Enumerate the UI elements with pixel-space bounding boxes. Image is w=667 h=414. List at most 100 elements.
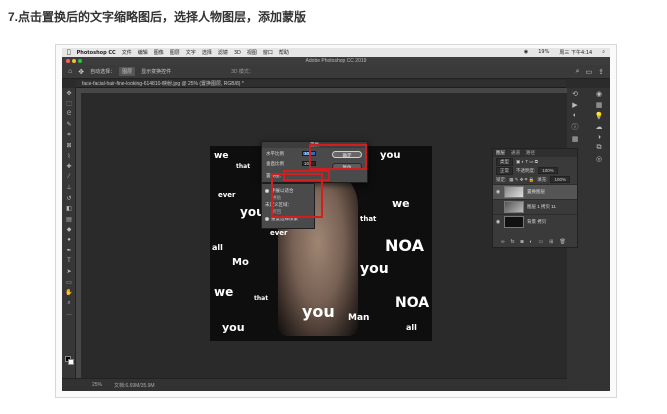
menu-3d[interactable]: 3D <box>234 50 241 56</box>
adjustments-icon[interactable]: ◑ <box>597 134 601 141</box>
zoom-icon[interactable]: ⌕ <box>62 298 76 309</box>
menu-type[interactable]: 文字 <box>186 49 196 56</box>
v-scale-label: 垂直比例 <box>266 161 284 166</box>
menu-select[interactable]: 选择 <box>202 49 212 56</box>
h-scale-label: 水平比例 <box>266 151 284 156</box>
learn-icon[interactable]: 💡 <box>595 112 604 120</box>
eyedropper-icon[interactable]: ⌇ <box>62 151 76 162</box>
menu-help[interactable]: 帮助 <box>279 49 289 56</box>
stretch-radio[interactable] <box>265 188 269 193</box>
menu-window[interactable]: 窗口 <box>263 49 273 56</box>
fx-icon[interactable]: fx <box>511 239 515 245</box>
tab-channels[interactable]: 通道 <box>511 150 520 156</box>
menu-edit[interactable]: 编辑 <box>138 49 148 56</box>
adjust-icon[interactable]: ◐ <box>573 112 577 119</box>
layer-thumbnail[interactable] <box>504 201 524 213</box>
add-mask-icon[interactable]: ◙ <box>520 239 523 245</box>
window-controls <box>66 59 82 63</box>
link-icon[interactable]: ∞ <box>501 239 505 245</box>
blur-icon[interactable]: ◆ <box>62 225 76 236</box>
menu-filter[interactable]: 滤镜 <box>218 49 228 56</box>
tab-layers[interactable]: 图层 <box>496 150 505 156</box>
marquee-icon[interactable]: ⬚ <box>62 99 76 110</box>
menu-image[interactable]: 图像 <box>154 49 164 56</box>
stamp-icon[interactable]: ⊥ <box>62 183 76 194</box>
fill-field[interactable]: 100% <box>550 176 570 183</box>
dodge-icon[interactable]: ● <box>62 235 76 246</box>
pen-icon[interactable]: ✒ <box>62 246 76 257</box>
lasso-icon[interactable]: ᘓ <box>62 109 76 120</box>
menu-file[interactable]: 文件 <box>122 49 132 56</box>
grid-icon[interactable]: ▦ <box>572 135 579 143</box>
tab-paths[interactable]: 路径 <box>526 150 535 156</box>
path-select-icon[interactable]: ➤ <box>62 267 76 278</box>
info-icon[interactable]: ⓘ <box>572 122 579 132</box>
filter-icons[interactable]: ▣ ◐ T ▭ ⧉ <box>516 159 538 165</box>
workspace-icon[interactable]: ▭ <box>586 68 593 76</box>
quick-select-icon[interactable]: ✎ <box>62 120 76 131</box>
minimize-dot-icon[interactable] <box>72 59 76 63</box>
frame-icon[interactable]: ⊠ <box>62 141 76 152</box>
mac-menubar:  Photoshop CC 文件 编辑 图像 图层 文字 选择 滤镜 3D 视… <box>62 48 610 57</box>
swatches-icon[interactable]: ▦ <box>596 101 603 109</box>
layer-row[interactable]: ◉ 置换图层 <box>493 184 577 199</box>
eraser-icon[interactable]: ◧ <box>62 204 76 215</box>
history-brush-icon[interactable]: ↺ <box>62 193 76 204</box>
menu-app[interactable]: Photoshop CC <box>77 50 116 56</box>
highlight-ok-area <box>309 144 367 170</box>
history-icon[interactable]: ⟲ <box>572 90 578 98</box>
more-tools-icon[interactable]: … <box>62 309 76 320</box>
layer-thumbnail[interactable] <box>504 216 524 228</box>
move-tool-icon[interactable]: ✥ <box>78 68 84 76</box>
wifi-icon[interactable]: ◉ <box>524 49 528 56</box>
layer-thumbnail[interactable] <box>504 186 524 198</box>
auto-select-label: 自动选择： <box>90 69 116 75</box>
eye-icon[interactable]: ◉ <box>495 219 501 225</box>
doc-size: 文档:6.69M/35.9M <box>114 382 155 389</box>
libraries-icon[interactable]: ☁ <box>596 123 603 131</box>
group-icon[interactable]: ▭ <box>539 239 544 245</box>
gradient-icon[interactable]: ▤ <box>62 214 76 225</box>
show-transform-checkbox[interactable]: 显示变换控件 <box>141 68 171 75</box>
opacity-field[interactable]: 100% <box>538 167 558 174</box>
brush-icon[interactable]: ⁄ <box>62 172 76 183</box>
dock-column-2: ◉ ▦ 💡 ☁ ◑ ⧉ ◎ <box>593 90 605 163</box>
lock-icons[interactable]: ▦ ✎ ✥ ⌗ 🔒 <box>509 177 534 183</box>
shape-icon[interactable]: ▭ <box>62 277 76 288</box>
layer-row[interactable]: ◉ 背景 拷贝 <box>493 214 577 229</box>
trash-icon[interactable]: 🗑 <box>559 239 565 245</box>
menu-view[interactable]: 视图 <box>247 49 257 56</box>
document-tab[interactable]: face-facial-hair-fine-looking-614810-映射.… <box>76 80 566 88</box>
background-color-swatch[interactable] <box>68 359 74 365</box>
color-icon[interactable]: ◉ <box>596 90 602 98</box>
menu-layer[interactable]: 图层 <box>170 49 180 56</box>
search-icon[interactable]: ⌕ <box>602 49 605 56</box>
share-icon[interactable]: ⇪ <box>598 68 604 76</box>
blend-mode[interactable]: 正常 <box>496 166 513 175</box>
new-layer-icon[interactable]: ⊞ <box>549 239 553 245</box>
step-heading: 7.点击置换后的文字缩略图后，选择人物图层，添加蒙版 <box>8 10 307 24</box>
play-icon[interactable]: ▶ <box>572 101 577 109</box>
hand-icon[interactable]: ✋ <box>62 288 76 299</box>
layers-icon[interactable]: ⧉ <box>597 144 602 152</box>
adjustment-layer-icon[interactable]: ◐ <box>530 239 533 245</box>
move-icon[interactable]: ✥ <box>62 88 76 99</box>
repeat-edge-radio[interactable] <box>265 216 269 221</box>
photoshop-window:  Photoshop CC 文件 编辑 图像 图层 文字 选择 滤镜 3D 视… <box>62 48 610 391</box>
close-dot-icon[interactable] <box>66 59 70 63</box>
channels-icon[interactable]: ◎ <box>596 155 602 163</box>
crop-icon[interactable]: ⌗ <box>62 130 76 141</box>
home-icon[interactable]: ⌂ <box>68 68 72 75</box>
options-right: ⌕ ▭ ⇪ <box>576 68 604 76</box>
eye-icon[interactable]: ◉ <box>495 189 501 195</box>
zoom-level[interactable]: 25% <box>92 382 102 388</box>
type-icon[interactable]: T <box>62 256 76 267</box>
healing-icon[interactable]: ✚ <box>62 162 76 173</box>
search-icon[interactable]: ⌕ <box>576 68 580 76</box>
apple-icon[interactable]:  <box>67 49 71 56</box>
dock-column-1: ⟲ ▶ ◐ ⓘ ▦ <box>569 90 581 143</box>
zoom-dot-icon[interactable] <box>78 59 82 63</box>
kind-filter[interactable]: 类型 <box>496 157 513 166</box>
auto-select-dropdown[interactable]: 图层 <box>119 67 136 76</box>
layer-row[interactable]: 图层 1 拷贝 11 <box>493 199 577 214</box>
